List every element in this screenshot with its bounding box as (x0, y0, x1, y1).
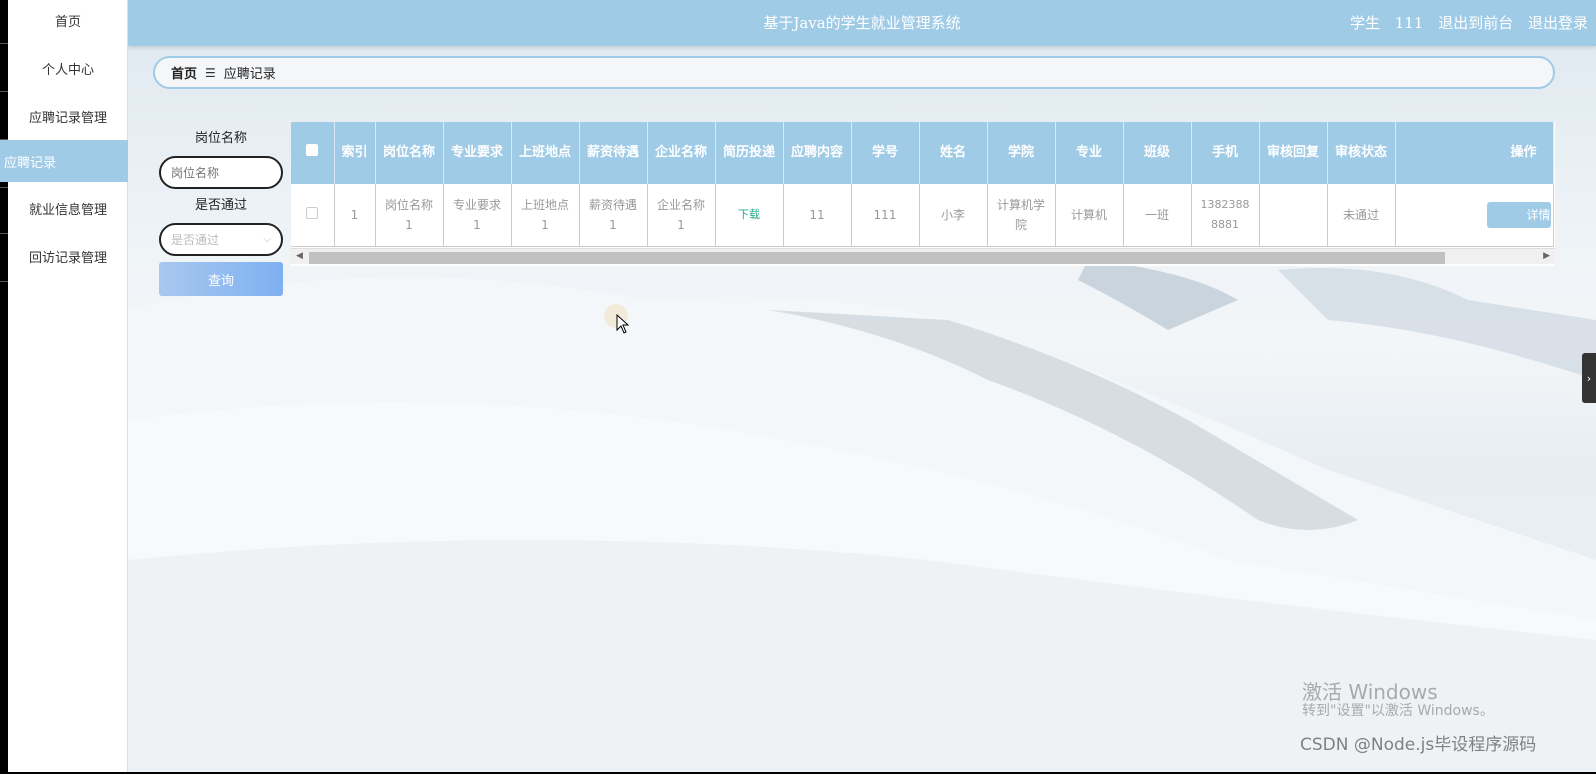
cell-index: 1 (334, 184, 376, 247)
row-select-cell (291, 184, 335, 247)
detail-button[interactable]: 详情 (1486, 201, 1551, 228)
scrollbar-thumb[interactable] (309, 252, 1445, 264)
header-class: 班级 (1123, 122, 1192, 184)
snow-mountain-background (128, 260, 1596, 772)
exit-to-front-link[interactable]: 退出到前台 (1438, 14, 1513, 32)
cell-phone: 13823888881 (1191, 184, 1260, 247)
scroll-left-icon[interactable]: ◀ (296, 251, 303, 261)
cell-salary: 薪资待遇1 (579, 184, 648, 247)
cell-content: 11 (783, 184, 852, 247)
position-name-label: 岗位名称 (194, 131, 247, 146)
cell-resume: 下载 (715, 184, 784, 247)
records-table-container: 索引 岗位名称 专业要求 上班地点 薪资待遇 企业名称 简历投递 应聘内容 学号… (291, 122, 1555, 266)
window-frame-edge (0, 0, 8, 774)
user-area: 学生 111 退出到前台 退出登录 (1340, 12, 1588, 33)
header-index: 索引 (334, 122, 376, 184)
header-position: 岗位名称 (375, 122, 444, 184)
position-name-input[interactable] (159, 156, 283, 189)
activate-windows-subtitle: 转到"设置"以激活 Windows。 (1302, 703, 1494, 719)
header-content: 应聘内容 (783, 122, 852, 184)
breadcrumb-current: 应聘记录 (223, 67, 276, 82)
header-location: 上班地点 (511, 122, 580, 184)
cell-name: 小李 (919, 184, 988, 247)
passed-select[interactable]: 是否通过 ⌵ (159, 223, 283, 256)
select-all-header (291, 122, 335, 184)
row-checkbox[interactable] (306, 206, 319, 219)
mouse-pointer-icon (616, 314, 630, 334)
cell-major: 计算机 (1055, 184, 1124, 247)
sidebar-item-home[interactable]: 首页 (8, 0, 128, 44)
header-status: 审核状态 (1327, 122, 1396, 184)
cell-college: 计算机学院 (987, 184, 1056, 247)
scroll-right-icon[interactable]: ▶ (1543, 251, 1550, 261)
select-all-checkbox[interactable] (306, 144, 319, 156)
breadcrumb-home[interactable]: 首页 (171, 63, 197, 82)
cell-requirement: 专业要求1 (443, 184, 512, 247)
header-reply: 审核回复 (1259, 122, 1328, 184)
header-college: 学院 (987, 122, 1056, 184)
breadcrumb: 首页 ☰ 应聘记录 (153, 56, 1555, 89)
logout-link[interactable]: 退出登录 (1528, 14, 1588, 32)
cell-position: 岗位名称1 (375, 184, 444, 247)
sidebar-item-employment-info[interactable]: 就业信息管理 (8, 184, 128, 232)
resume-download-link[interactable]: 下载 (738, 208, 760, 221)
header-requirement: 专业要求 (443, 122, 512, 184)
menu-icon: ☰ (205, 65, 216, 80)
username: 111 (1394, 14, 1424, 32)
header-resume: 简历投递 (715, 122, 784, 184)
chevron-down-icon: ⌵ (263, 234, 271, 245)
cell-action: 详情 (1395, 184, 1554, 247)
passed-select-placeholder: 是否通过 (171, 233, 220, 247)
cell-class: 一班 (1123, 184, 1192, 247)
table-row: 1 岗位名称1 专业要求1 上班地点1 薪资待遇1 企业名称1 下载 11 11… (291, 184, 1554, 247)
csdn-watermark: CSDN @Node.js毕设程序源码 (1300, 735, 1537, 755)
header-name: 姓名 (919, 122, 988, 184)
header-major: 专业 (1055, 122, 1124, 184)
header-action: 操作 (1395, 122, 1554, 184)
header-student-no: 学号 (851, 122, 920, 184)
cell-status: 未通过 (1327, 184, 1396, 247)
sidebar: 首页 个人中心 应聘记录管理 应聘记录 就业信息管理 回访记录管理 (0, 0, 136, 772)
query-button[interactable]: 查询 (159, 262, 283, 296)
sidebar-item-revisit-records[interactable]: 回访记录管理 (8, 232, 128, 280)
top-bar: 基于Java的学生就业管理系统 学生 111 退出到前台 退出登录 (128, 0, 1596, 46)
header-phone: 手机 (1191, 122, 1260, 184)
cell-student-no: 111 (851, 184, 920, 247)
records-table: 索引 岗位名称 专业要求 上班地点 薪资待遇 企业名称 简历投递 应聘内容 学号… (291, 122, 1554, 247)
cell-reply (1259, 184, 1328, 247)
search-form: 岗位名称 是否通过 是否通过 ⌵ 查询 (159, 130, 283, 296)
cell-company: 企业名称1 (647, 184, 716, 247)
sidebar-item-application-management[interactable]: 应聘记录管理 (8, 92, 128, 140)
chevron-right-icon[interactable]: › (1582, 353, 1596, 403)
sidebar-item-application-records[interactable]: 应聘记录 (0, 140, 136, 182)
user-role: 学生 (1349, 14, 1380, 32)
header-salary: 薪资待遇 (579, 122, 648, 184)
cell-location: 上班地点1 (511, 184, 580, 247)
sidebar-item-personal-center[interactable]: 个人中心 (8, 44, 128, 92)
header-company: 企业名称 (647, 122, 716, 184)
passed-label: 是否通过 (194, 198, 247, 213)
table-header-row: 索引 岗位名称 专业要求 上班地点 薪资待遇 企业名称 简历投递 应聘内容 学号… (291, 122, 1554, 184)
main-area: 基于Java的学生就业管理系统 学生 111 退出到前台 退出登录 首页 ☰ 应… (128, 0, 1596, 772)
horizontal-scrollbar[interactable]: ◀ ▶ (291, 248, 1555, 264)
